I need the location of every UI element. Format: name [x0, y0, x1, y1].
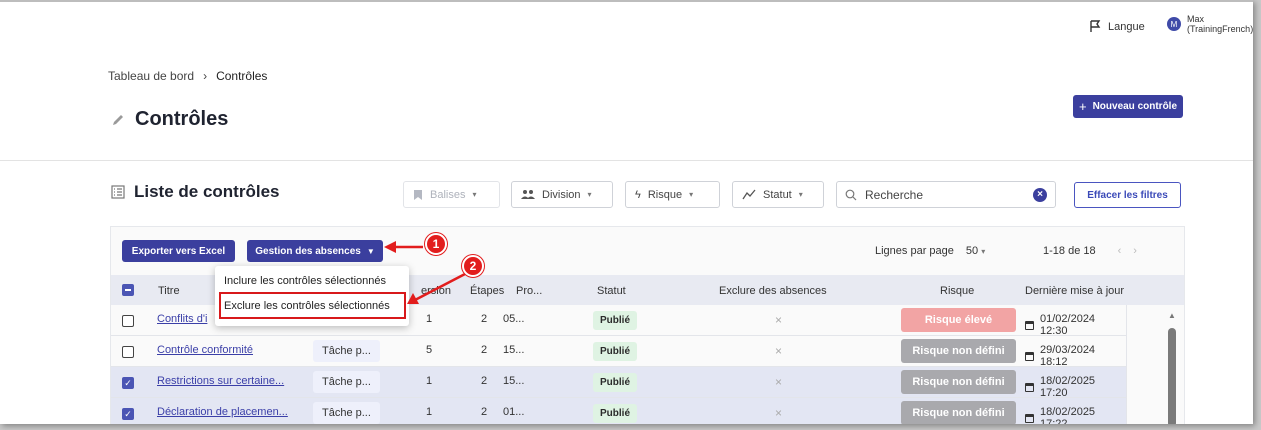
callout-arrows — [384, 241, 466, 304]
callout-badge-2: 2 — [462, 255, 484, 277]
callout-badge-1: 1 — [425, 233, 447, 255]
app-window: Langue M Max (TrainingFrench) Tableau de… — [0, 0, 1253, 424]
